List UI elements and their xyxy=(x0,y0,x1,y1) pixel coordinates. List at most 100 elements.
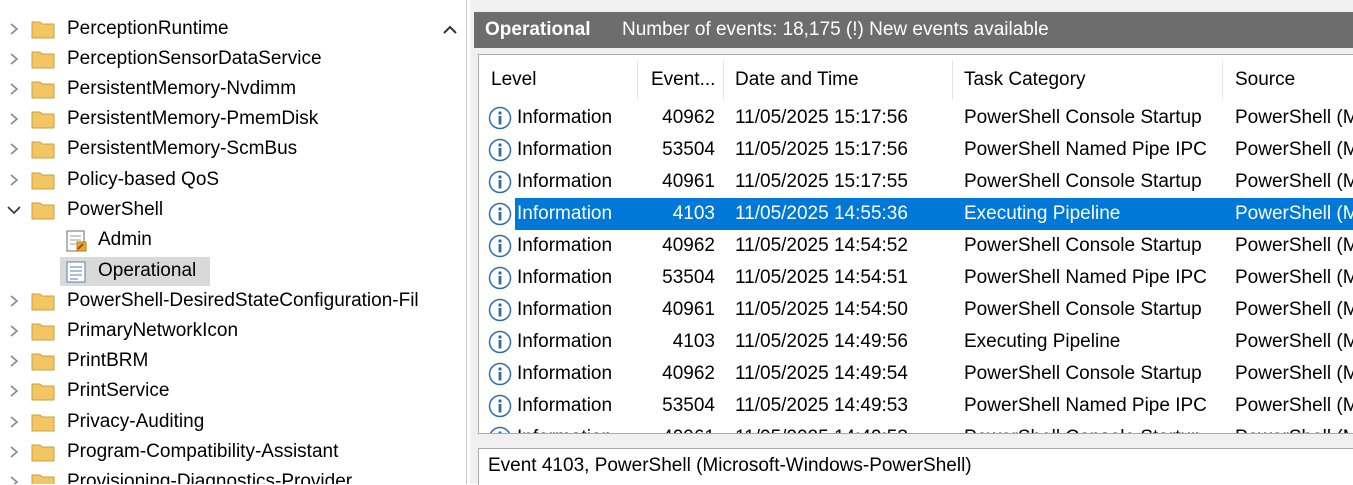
tree-item-label: Provisioning-Diagnostics-Provider xyxy=(67,471,353,484)
cell-source: PowerShell (M xyxy=(1235,171,1353,192)
info-icon xyxy=(488,202,512,226)
cell-source: PowerShell (M xyxy=(1235,299,1353,320)
table-row[interactable]: Information 40962 11/05/2025 14:49:54 Power… xyxy=(479,358,1353,390)
cell-source: PowerShell (M xyxy=(1235,363,1353,384)
column-header-source[interactable]: Source xyxy=(1235,55,1295,99)
tree-item-primarynetworkicon[interactable]: PrimaryNetworkIcon xyxy=(0,317,440,347)
cell-task-category: PowerShell Console Startup xyxy=(964,171,1202,192)
chevron-right-icon[interactable] xyxy=(6,51,22,67)
admin-log-icon xyxy=(64,229,88,253)
chevron-right-icon[interactable] xyxy=(6,293,22,309)
tree-item-provisioning-diagnostics-provider[interactable]: Provisioning-Diagnostics-Provider xyxy=(0,468,440,484)
chevron-right-icon[interactable] xyxy=(6,323,22,339)
folder-icon xyxy=(31,472,55,484)
cell-source: PowerShell (M xyxy=(1235,203,1353,224)
table-row[interactable]: Information 40962 11/05/2025 15:17:56 Power… xyxy=(479,102,1353,134)
cell-event-id: 4103 xyxy=(672,203,715,224)
chevron-right-icon[interactable] xyxy=(6,474,22,484)
event-detail-header: Event 4103, PowerShell (Microsoft-Window… xyxy=(478,448,1353,485)
events-table: Level Event... Date and Time Task Catego… xyxy=(478,54,1353,434)
tree-item-perceptionruntime[interactable]: PerceptionRuntime xyxy=(0,15,440,45)
tree-item-persistentmemory-scmbus[interactable]: PersistentMemory-ScmBus xyxy=(0,135,440,165)
tree-item-perceptionsensordataservice[interactable]: PerceptionSensorDataService xyxy=(0,45,440,75)
column-header-task-category[interactable]: Task Category xyxy=(964,55,1085,99)
table-row[interactable]: Information 40961 11/05/2025 14:54:50 Power… xyxy=(479,294,1353,326)
info-icon xyxy=(488,266,512,290)
chevron-right-icon[interactable] xyxy=(6,444,22,460)
tree-item-label: PersistentMemory-PmemDisk xyxy=(67,108,319,129)
event-pane: Operational Number of events: 18,175 (!)… xyxy=(470,0,1353,485)
cell-date-time: 11/05/2025 14:55:36 xyxy=(735,203,908,224)
cell-date-time: 11/05/2025 15:17:56 xyxy=(735,139,908,160)
folder-icon xyxy=(31,442,55,462)
cell-date-time: 11/05/2025 14:49:56 xyxy=(735,331,908,352)
chevron-right-icon[interactable] xyxy=(6,383,22,399)
info-icon xyxy=(488,298,512,322)
cell-task-category: PowerShell Console Startup xyxy=(964,363,1202,384)
tree-item-operational[interactable]: Operational xyxy=(0,257,440,287)
tree-item-label: PersistentMemory-Nvdimm xyxy=(67,78,297,99)
table-row[interactable]: Information 4103 11/05/2025 14:49:56 Execut… xyxy=(479,326,1353,358)
chevron-right-icon[interactable] xyxy=(6,172,22,188)
column-header-level[interactable]: Level xyxy=(491,55,536,99)
table-row[interactable]: Information 53504 11/05/2025 14:54:51 Power… xyxy=(479,262,1353,294)
chevron-right-icon[interactable] xyxy=(6,353,22,369)
table-row[interactable]: Information 53504 11/05/2025 15:17:56 Power… xyxy=(479,134,1353,166)
tree-item-persistentmemory-nvdimm[interactable]: PersistentMemory-Nvdimm xyxy=(0,75,440,105)
chevron-right-icon[interactable] xyxy=(6,414,22,430)
cell-level: Information xyxy=(517,331,613,352)
column-header-event-id[interactable]: Event... xyxy=(651,55,715,99)
cell-task-category: PowerShell Console Startup xyxy=(964,107,1202,128)
info-icon xyxy=(488,170,512,194)
chevron-right-icon[interactable] xyxy=(6,81,22,97)
cell-level: Information xyxy=(517,363,613,384)
cell-event-id: 53504 xyxy=(662,267,715,288)
chevron-right-icon[interactable] xyxy=(6,111,22,127)
tree-item-admin[interactable]: Admin xyxy=(0,226,440,256)
info-icon xyxy=(488,394,512,418)
cell-event-id: 40962 xyxy=(662,363,715,384)
cell-task-category: PowerShell Named Pipe IPC xyxy=(964,267,1207,288)
tree-item-privacy-auditing[interactable]: Privacy-Auditing xyxy=(0,408,440,438)
tree-item-printservice[interactable]: PrintService xyxy=(0,377,440,407)
tree-item-powershell[interactable]: PowerShell xyxy=(0,196,440,226)
cell-source: PowerShell (M xyxy=(1235,267,1353,288)
chevron-right-icon[interactable] xyxy=(6,141,22,157)
scroll-up-button[interactable] xyxy=(438,18,462,42)
cell-level: Information xyxy=(517,139,613,160)
tree-item-policy-based-qos[interactable]: Policy-based QoS xyxy=(0,166,440,196)
folder-icon xyxy=(31,170,55,190)
column-header-date-time[interactable]: Date and Time xyxy=(735,55,859,99)
folder-icon xyxy=(31,139,55,159)
tree-item-label: Policy-based QoS xyxy=(67,169,220,190)
folder-icon xyxy=(31,291,55,311)
tree-item-program-compatibility-assistant[interactable]: Program-Compatibility-Assistant xyxy=(0,438,440,468)
cell-date-time: 11/05/2025 14:54:52 xyxy=(735,235,908,256)
cell-task-category: Executing Pipeline xyxy=(964,331,1121,352)
log-title: Operational xyxy=(485,19,591,40)
table-row[interactable]: Information 40961 11/05/2025 14:49:53 Power… xyxy=(479,422,1353,433)
table-row[interactable]: Information 40961 11/05/2025 15:17:55 Power… xyxy=(479,166,1353,198)
tree-item-persistentmemory-pmemdisk[interactable]: PersistentMemory-PmemDisk xyxy=(0,105,440,135)
cell-level: Information xyxy=(517,203,613,224)
tree-item-label: Privacy-Auditing xyxy=(67,411,205,432)
tree-item-label: PerceptionSensorDataService xyxy=(67,48,322,69)
table-row[interactable]: Information 4103 11/05/2025 14:55:36 Execut… xyxy=(479,198,1353,230)
folder-icon xyxy=(31,321,55,341)
tree-item-label: Admin xyxy=(98,229,152,250)
cell-event-id: 53504 xyxy=(662,139,715,160)
tree-item-label: PrintService xyxy=(67,380,170,401)
cell-task-category: PowerShell Console Startup xyxy=(964,299,1202,320)
table-row[interactable]: Information 53504 11/05/2025 14:49:53 Power… xyxy=(479,390,1353,422)
cell-level: Information xyxy=(517,299,613,320)
cell-level: Information xyxy=(517,267,613,288)
chevron-right-icon[interactable] xyxy=(6,21,22,37)
tree-item-powershell-dsc[interactable]: PowerShell-DesiredStateConfiguration-Fil xyxy=(0,287,440,317)
log-tree: PerceptionRuntime PerceptionSensorDataSe… xyxy=(0,0,467,484)
chevron-down-icon[interactable] xyxy=(6,202,22,218)
table-row[interactable]: Information 40962 11/05/2025 14:54:52 Power… xyxy=(479,230,1353,262)
tree-item-printbrm[interactable]: PrintBRM xyxy=(0,347,440,377)
tree-item-label: Operational xyxy=(98,260,197,281)
cell-event-id: 40962 xyxy=(662,107,715,128)
cell-source: PowerShell (M xyxy=(1235,422,1353,433)
